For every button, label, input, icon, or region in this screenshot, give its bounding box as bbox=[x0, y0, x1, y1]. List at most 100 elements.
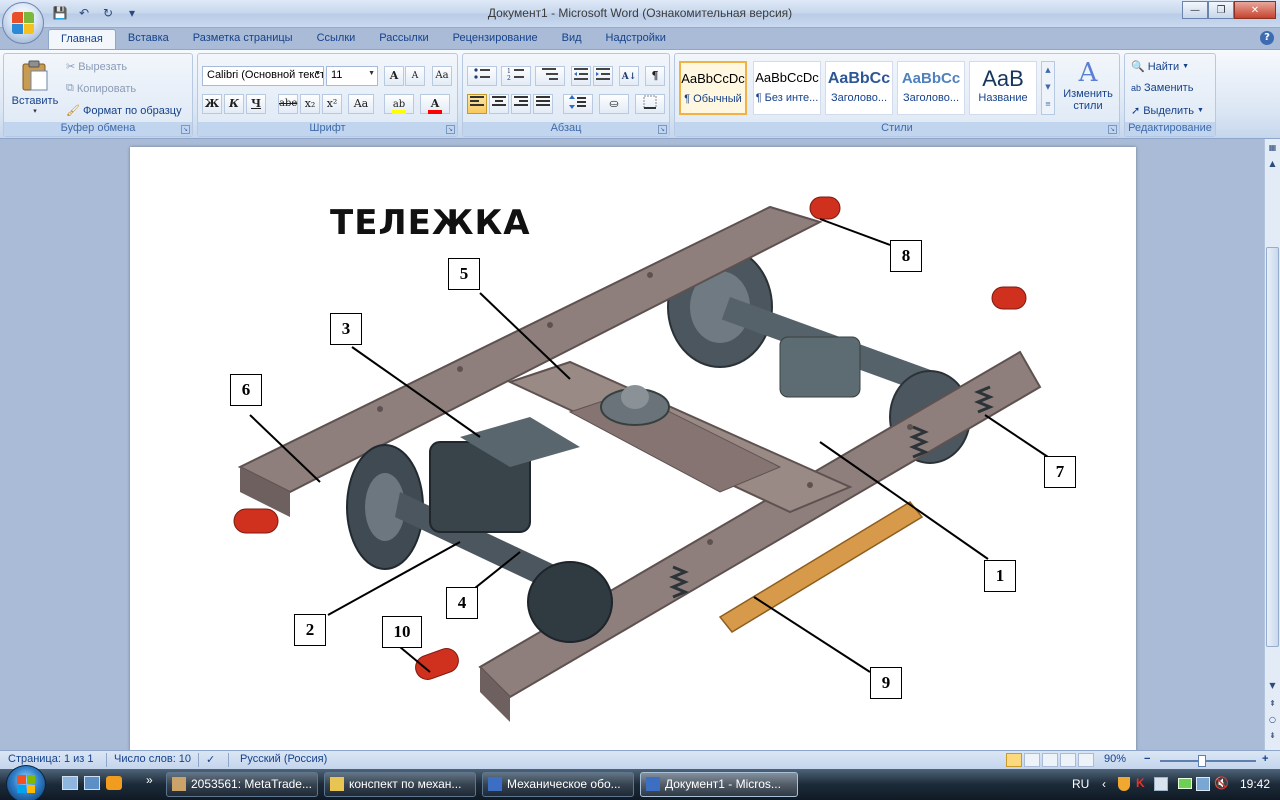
scroll-up-arrow-icon[interactable]: ▲ bbox=[1266, 157, 1279, 171]
multilevel-list-button[interactable] bbox=[535, 66, 565, 86]
tab-insert[interactable]: Вставка bbox=[116, 29, 181, 49]
tab-addins[interactable]: Надстройки bbox=[594, 29, 678, 49]
cut-button[interactable]: ✂ Вырезать bbox=[66, 60, 127, 74]
show-desktop-icon[interactable] bbox=[62, 776, 78, 790]
zoom-slider-track[interactable] bbox=[1160, 760, 1256, 762]
document-page[interactable]: ТЕЛЕЖКА 8 5 3 6 7 1 2 4 10 9 bbox=[130, 147, 1136, 750]
zoom-level[interactable]: 90% bbox=[1104, 753, 1126, 765]
tray-expand-icon[interactable]: ‹ bbox=[1102, 777, 1106, 791]
select-button[interactable]: ➚ Выделить ▼ bbox=[1131, 104, 1204, 118]
style-heading-2[interactable]: AaBbCc Заголово... bbox=[897, 61, 965, 115]
shading-button[interactable]: ⛀ bbox=[599, 94, 629, 114]
draft-view-icon[interactable] bbox=[1078, 753, 1094, 767]
start-button[interactable] bbox=[6, 765, 46, 800]
show-formatting-button[interactable]: ¶ bbox=[645, 66, 665, 86]
shrink-font-button[interactable]: A bbox=[405, 66, 425, 86]
change-case-button[interactable]: Aa bbox=[348, 94, 374, 114]
change-styles-button[interactable]: A Изменить стили bbox=[1059, 58, 1117, 120]
find-button[interactable]: 🔍 Найти ▼ bbox=[1131, 60, 1189, 74]
previous-page-icon[interactable]: ⇞ bbox=[1266, 697, 1279, 711]
italic-button[interactable]: К bbox=[224, 94, 244, 114]
close-button[interactable]: ✕ bbox=[1234, 1, 1276, 19]
language-indicator[interactable]: Русский (Россия) bbox=[240, 753, 327, 765]
style-normal[interactable]: AaBbCcDc ¶ Обычный bbox=[679, 61, 747, 115]
scrollbar-thumb[interactable] bbox=[1266, 247, 1279, 647]
antivirus-icon[interactable]: K bbox=[1136, 776, 1145, 790]
media-player-icon[interactable] bbox=[106, 776, 122, 790]
style-heading-1[interactable]: AaBbCc Заголово... bbox=[825, 61, 893, 115]
help-icon[interactable]: ? bbox=[1260, 31, 1274, 45]
tab-references[interactable]: Ссылки bbox=[305, 29, 368, 49]
clipboard-launcher-icon[interactable]: ↘ bbox=[181, 125, 190, 134]
maximize-button[interactable]: ❐ bbox=[1208, 1, 1234, 19]
switch-windows-icon[interactable] bbox=[84, 776, 100, 790]
tab-review[interactable]: Рецензирование bbox=[441, 29, 550, 49]
justify-button[interactable] bbox=[533, 94, 553, 114]
highlight-button[interactable]: ab bbox=[384, 94, 414, 114]
tab-mailings[interactable]: Рассылки bbox=[367, 29, 440, 49]
superscript-button[interactable]: x² bbox=[322, 94, 342, 114]
paragraph-launcher-icon[interactable]: ↘ bbox=[658, 125, 667, 134]
align-right-button[interactable] bbox=[511, 94, 531, 114]
align-center-button[interactable] bbox=[489, 94, 509, 114]
styles-launcher-icon[interactable]: ↘ bbox=[1108, 125, 1117, 134]
tab-page-layout[interactable]: Разметка страницы bbox=[181, 29, 305, 49]
print-layout-view-icon[interactable] bbox=[1006, 753, 1022, 767]
battery-icon[interactable] bbox=[1178, 778, 1192, 789]
ruler-toggle-icon[interactable]: ▦ bbox=[1266, 141, 1279, 155]
bold-button[interactable]: Ж bbox=[202, 94, 222, 114]
sort-button[interactable]: A↓ bbox=[619, 66, 639, 86]
tray-app-icon[interactable] bbox=[1154, 777, 1168, 791]
minimize-button[interactable]: — bbox=[1182, 1, 1208, 19]
font-color-button[interactable]: A bbox=[420, 94, 450, 114]
next-page-icon[interactable]: ⇟ bbox=[1266, 729, 1279, 743]
align-left-button[interactable] bbox=[467, 94, 487, 114]
font-name-combo[interactable]: Calibri (Основной текст) ▼ bbox=[202, 66, 324, 86]
outline-view-icon[interactable] bbox=[1060, 753, 1076, 767]
decrease-indent-button[interactable] bbox=[571, 66, 591, 86]
taskbar-item-mechanical[interactable]: Механическое обо... bbox=[482, 772, 634, 797]
replace-button[interactable]: ab Заменить bbox=[1131, 82, 1193, 94]
style-title[interactable]: AaB Название bbox=[969, 61, 1037, 115]
clear-format-button[interactable]: Aa bbox=[432, 66, 452, 86]
zoom-out-button[interactable]: − bbox=[1144, 753, 1150, 765]
font-launcher-icon[interactable]: ↘ bbox=[446, 125, 455, 134]
word-count[interactable]: Число слов: 10 bbox=[114, 753, 191, 765]
spellcheck-icon[interactable]: ✓ bbox=[206, 753, 215, 766]
underline-button[interactable]: Ч bbox=[246, 94, 266, 114]
full-screen-reading-view-icon[interactable] bbox=[1024, 753, 1040, 767]
clock[interactable]: 19:42 bbox=[1240, 777, 1270, 791]
numbering-button[interactable]: 12 bbox=[501, 66, 531, 86]
grow-font-button[interactable]: A bbox=[384, 66, 404, 86]
vertical-scrollbar[interactable]: ▦ ▲ ▼ ⇞ ○ ⇟ bbox=[1264, 139, 1280, 750]
taskbar-item-konspekt[interactable]: конспект по механ... bbox=[324, 772, 476, 797]
zoom-in-button[interactable]: + bbox=[1262, 753, 1268, 765]
volume-icon[interactable]: 🔇 bbox=[1214, 776, 1229, 790]
paste-button[interactable]: Вставить ▾ bbox=[8, 58, 62, 120]
font-size-combo[interactable]: 11 ▼ bbox=[326, 66, 378, 86]
bullets-button[interactable] bbox=[467, 66, 497, 86]
taskbar-item-document1[interactable]: Документ1 - Micros... bbox=[640, 772, 798, 797]
input-language[interactable]: RU bbox=[1072, 777, 1089, 791]
shield-icon[interactable] bbox=[1118, 777, 1130, 791]
zoom-slider-thumb[interactable] bbox=[1198, 755, 1206, 767]
office-button[interactable] bbox=[2, 2, 44, 44]
format-painter-button[interactable]: 🖌 Формат по образцу bbox=[66, 104, 182, 118]
style-no-spacing[interactable]: AaBbCcDc ¶ Без инте... bbox=[753, 61, 821, 115]
taskbar-item-metatrader[interactable]: 2053561: MetaTrade... bbox=[166, 772, 318, 797]
tab-home[interactable]: Главная bbox=[48, 29, 116, 49]
strikethrough-button[interactable]: abe bbox=[278, 94, 298, 114]
document-area[interactable]: ТЕЛЕЖКА 8 5 3 6 7 1 2 4 10 9 bbox=[0, 139, 1264, 750]
scroll-down-arrow-icon[interactable]: ▼ bbox=[1266, 679, 1279, 693]
network-icon[interactable] bbox=[1196, 777, 1210, 791]
line-spacing-button[interactable] bbox=[563, 94, 593, 114]
styles-gallery-scroll[interactable]: ▲ ▼ ≡ bbox=[1041, 61, 1055, 115]
web-layout-view-icon[interactable] bbox=[1042, 753, 1058, 767]
increase-indent-button[interactable] bbox=[593, 66, 613, 86]
subscript-button[interactable]: x₂ bbox=[300, 94, 320, 114]
quick-launch-overflow[interactable]: » bbox=[146, 773, 153, 787]
borders-button[interactable] bbox=[635, 94, 665, 114]
browse-object-icon[interactable]: ○ bbox=[1266, 713, 1279, 727]
tab-view[interactable]: Вид bbox=[550, 29, 594, 49]
page-count[interactable]: Страница: 1 из 1 bbox=[8, 753, 94, 765]
